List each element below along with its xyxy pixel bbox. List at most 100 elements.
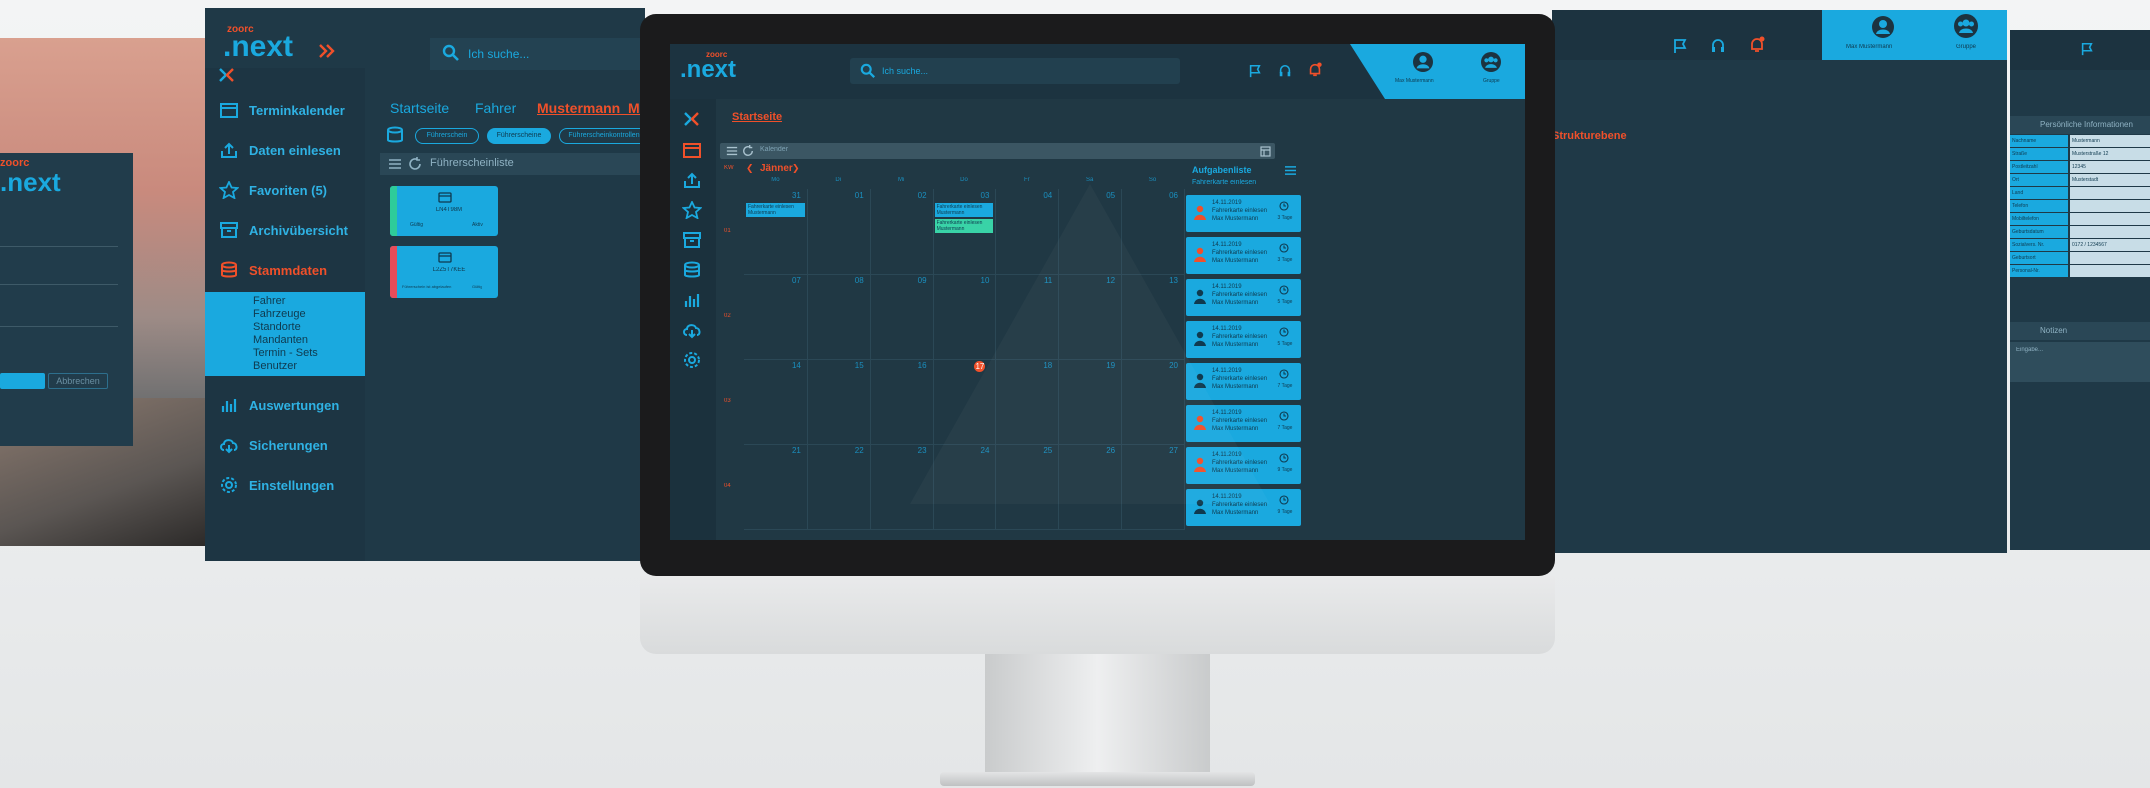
user-area[interactable]: Max Mustermann Gruppe [1822,10,2007,60]
gear-icon[interactable] [682,351,702,371]
password-field[interactable] [0,261,118,285]
calendar-day[interactable]: 21 [744,444,808,530]
gear-icon [221,477,237,493]
search-input[interactable]: Ich suche... [430,38,645,70]
prev-month-button[interactable]: ❮ [746,163,754,174]
info-value[interactable] [2070,187,2150,199]
breadcrumb-startseite[interactable]: Startseite [390,100,449,116]
calendar-day[interactable]: 08 [806,274,871,360]
calendar-day[interactable]: 01 [806,189,871,275]
sidebar-item-label: Daten einlesen [249,142,341,158]
task-due: 9 Tage [1277,509,1293,515]
submenu-item-benutzer[interactable]: Benutzer [205,360,365,373]
menu-icon[interactable] [388,157,402,171]
star-icon[interactable] [682,201,702,221]
user-area[interactable]: Max Mustermann Gruppe [1385,44,1525,99]
sidebar-item-archivuebersicht[interactable]: Archivübersicht [205,210,365,250]
info-value[interactable] [2070,213,2150,225]
flag-icon[interactable] [1248,64,1262,78]
notification-bell-icon[interactable] [1307,62,1323,78]
headset-icon[interactable] [1278,64,1292,78]
notification-bell-icon[interactable] [1748,36,1766,54]
info-value[interactable] [2070,252,2150,264]
database-icon[interactable] [682,261,702,281]
info-value[interactable] [2070,265,2150,277]
breadcrumb-driver-name[interactable]: Mustermann_Max [537,100,645,116]
submenu-item-fahrer[interactable]: Fahrer [205,295,365,308]
upload-icon[interactable] [682,171,702,191]
breadcrumb-fahrer[interactable]: Fahrer [475,100,516,116]
calendar-day[interactable]: 22 [806,444,871,530]
pill-fuehrerscheine[interactable]: Führerscheine [487,128,551,144]
calendar-icon[interactable] [682,141,702,161]
table-header: Persönliche Informationen [2010,116,2150,134]
cancel-button[interactable]: Abbrechen [48,373,108,389]
card-title: LN4T98M [435,207,463,213]
pill-kontrollen[interactable]: Führerscheinkontrollen [559,128,645,144]
info-value[interactable] [2070,226,2150,238]
weekday-label: Mi [897,177,905,183]
weekday-label: Fr [1024,177,1030,183]
submenu-item-termin-sets[interactable]: Termin - Sets [205,347,365,360]
week-number: 02 [724,312,731,319]
sidebar-item-label: Archivübersicht [249,222,348,238]
sidebar-item-sicherungen[interactable]: Sicherungen [205,425,365,465]
flag-icon[interactable] [2080,42,2094,56]
search-input[interactable]: Ich suche... [850,58,1180,84]
card-left-text: Führerschein ist abgelaufen [402,284,452,289]
sidebar-item-auswertungen[interactable]: Auswertungen [205,385,365,425]
license-card[interactable]: L2Z5T7KEE Führerschein ist abgelaufen Gü… [390,246,498,298]
chart-icon[interactable] [682,291,702,311]
cloud-icon[interactable] [682,321,702,341]
notes-textarea[interactable]: Eingabe... [2010,342,2150,382]
collapse-icon[interactable] [682,109,702,129]
headset-icon[interactable] [1710,38,1726,54]
menu-icon[interactable] [726,145,738,157]
pill-fuehrerschein[interactable]: Führerschein [415,128,479,144]
sidebar-item-favoriten[interactable]: Favoriten (5) [205,170,365,210]
next-month-button[interactable]: ❯ [792,163,800,174]
info-value[interactable]: Musterstadt [2070,174,2150,186]
sidebar-item-daten-einlesen[interactable]: Daten einlesen [205,130,365,170]
sidebar-item-terminkalender[interactable]: Terminkalender [205,90,365,130]
search-icon [442,44,460,62]
group-label: Gruppe [1483,78,1500,84]
layout-icon[interactable] [1260,146,1271,157]
login-button[interactable] [0,373,45,389]
brand-logo: .next [223,30,294,63]
calendar-day[interactable]: 15 [806,359,871,445]
info-value[interactable]: 0172 / 1234567 [2070,239,2150,251]
refresh-icon[interactable] [408,157,422,171]
calendar-event[interactable]: Fahrerkarte einlesen Mustermann [746,203,805,217]
info-key: Mobiltelefon [2010,213,2068,225]
archive-icon[interactable] [682,231,702,251]
flag-icon[interactable] [1672,38,1688,54]
username-field[interactable] [0,223,118,247]
calendar-day[interactable]: 14 [744,359,808,445]
refresh-icon[interactable] [742,145,754,157]
calendar-toolbar: Kalender [720,143,1275,159]
monitor-stand [985,654,1210,774]
star-icon [219,181,239,199]
collapse-icon[interactable] [217,65,237,85]
clock-icon [1279,369,1289,379]
info-value[interactable]: Musterstraße 12 [2070,148,2150,160]
submenu-item-mandanten[interactable]: Mandanten [205,334,365,347]
calendar-day[interactable]: 31 [744,189,808,275]
sidebar-item-einstellungen[interactable]: Einstellungen [205,465,365,505]
submenu-item-fahrzeuge[interactable]: Fahrzeuge [205,308,365,321]
submenu-item-standorte[interactable]: Standorte [205,321,365,334]
info-value[interactable]: Mustermann [2070,135,2150,147]
license-card[interactable]: LN4T98M Gültig Aktiv [390,186,498,236]
info-value[interactable] [2070,200,2150,212]
breadcrumb-startseite[interactable]: Startseite [732,111,782,123]
menu-icon[interactable] [1284,165,1297,176]
info-value[interactable]: 12345 [2070,161,2150,173]
calendar-day[interactable]: 07 [744,274,808,360]
sidebar-item-stammdaten[interactable]: Stammdaten [205,250,365,290]
sidebar-item-label: Auswertungen [249,397,340,413]
stammdaten-submenu: Fahrer Fahrzeuge Standorte Mandanten Ter… [205,292,365,376]
clock-icon [1279,495,1289,505]
clock-icon [1279,453,1289,463]
server-field[interactable] [0,303,118,327]
